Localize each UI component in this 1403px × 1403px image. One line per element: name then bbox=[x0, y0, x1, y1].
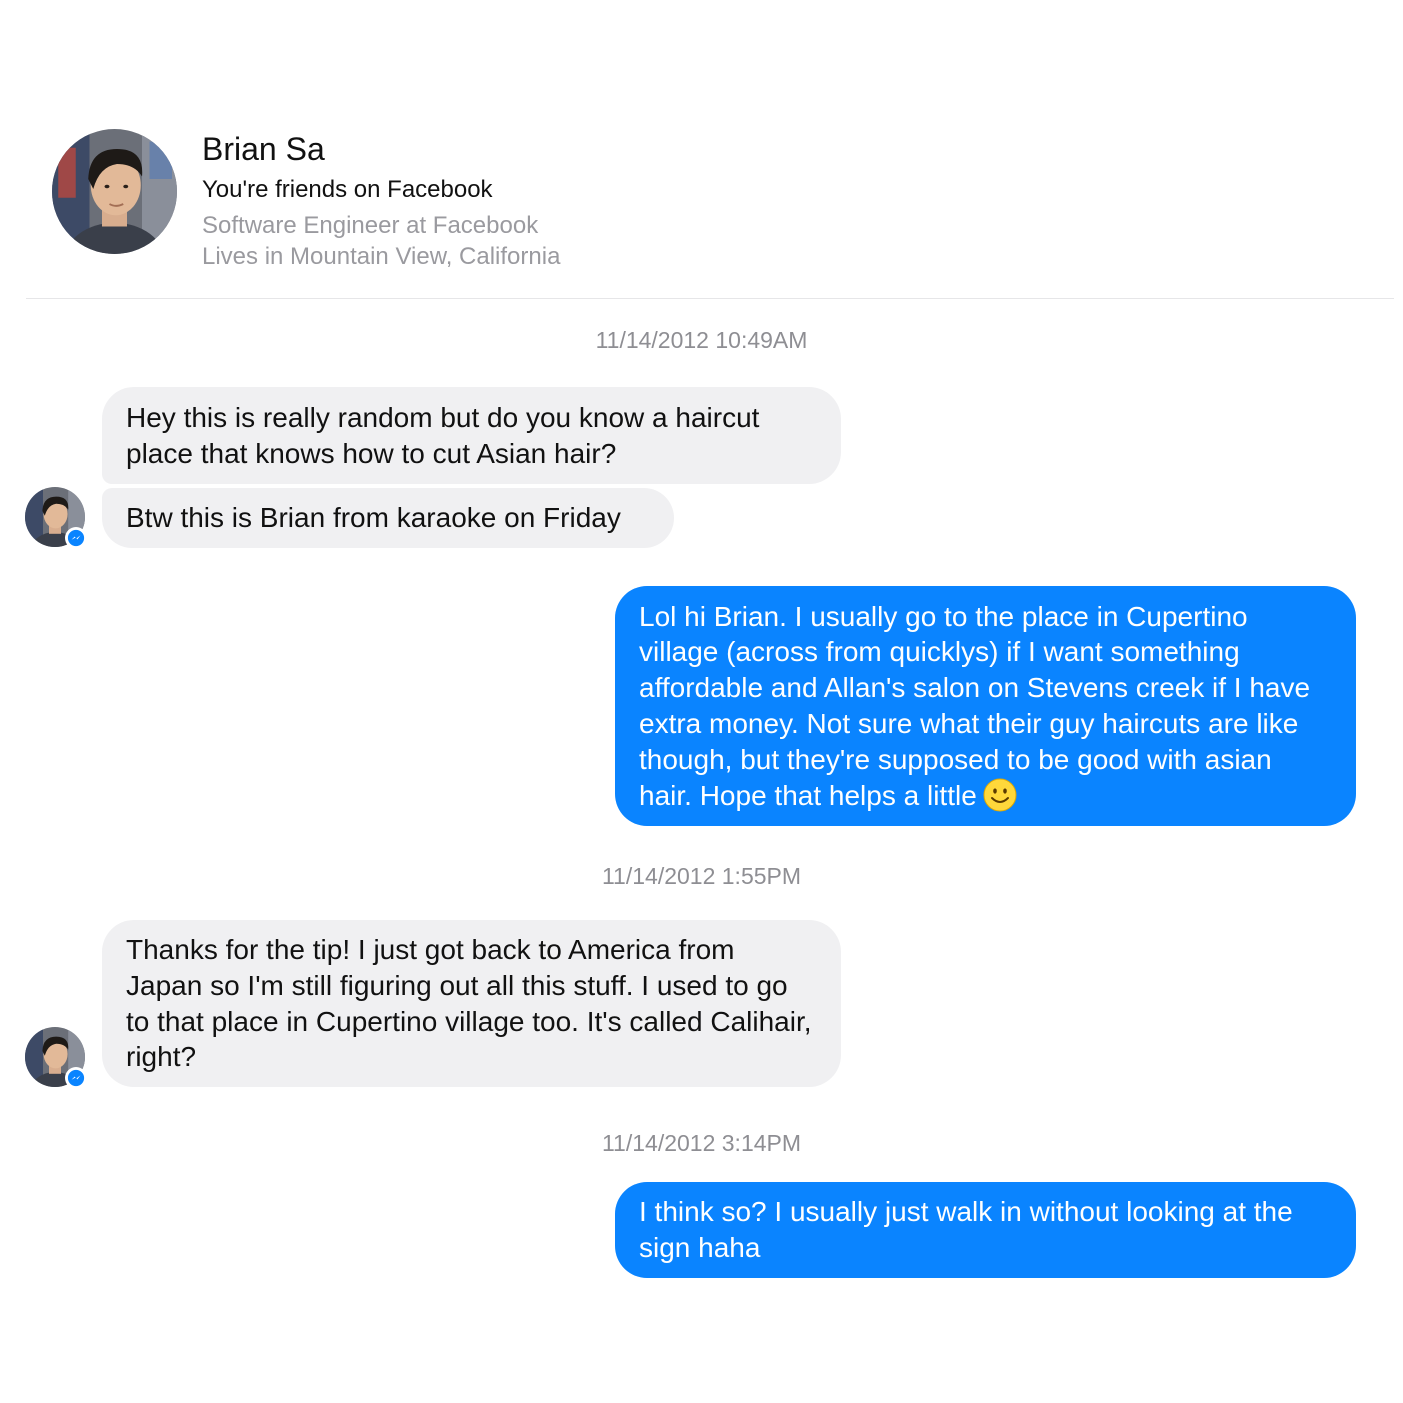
friendship-status: You're friends on Facebook bbox=[202, 176, 493, 203]
outgoing-message[interactable]: Lol hi Brian. I usually go to the place … bbox=[615, 586, 1356, 826]
timestamp: 11/14/2012 3:14PM bbox=[601, 1130, 802, 1156]
incoming-message[interactable]: Btw this is Brian from karaoke on Friday bbox=[102, 488, 674, 548]
incoming-message[interactable]: Thanks for the tip! I just got back to A… bbox=[102, 920, 841, 1087]
messenger-icon bbox=[65, 527, 87, 549]
messenger-icon bbox=[65, 1067, 87, 1089]
message-text: Hey this is really random but do you kno… bbox=[126, 401, 760, 469]
smiley-emoji-icon bbox=[983, 778, 1017, 812]
profile-avatar[interactable] bbox=[52, 129, 177, 254]
profile-photo bbox=[52, 129, 177, 254]
message-text: Btw this is Brian from karaoke on Friday bbox=[126, 502, 621, 534]
outgoing-message[interactable]: I think so? I usually just walk in witho… bbox=[615, 1182, 1356, 1278]
profile-location: Lives in Mountain View, California bbox=[202, 243, 561, 270]
profile-work: Software Engineer at Facebook bbox=[202, 212, 539, 239]
message-text: Lol hi Brian. I usually go to the place … bbox=[639, 600, 1311, 811]
timestamp: 11/14/2012 10:49AM bbox=[595, 327, 808, 353]
sender-avatar[interactable] bbox=[25, 1027, 87, 1089]
timestamp: 11/14/2012 1:55PM bbox=[601, 863, 802, 889]
profile-name[interactable]: Brian Sa bbox=[202, 130, 325, 168]
sender-avatar[interactable] bbox=[25, 487, 87, 549]
incoming-message[interactable]: Hey this is really random but do you kno… bbox=[102, 387, 841, 484]
message-text: I think so? I usually just walk in witho… bbox=[639, 1196, 1293, 1263]
message-text: Thanks for the tip! I just got back to A… bbox=[126, 933, 812, 1073]
header-divider bbox=[26, 298, 1394, 299]
